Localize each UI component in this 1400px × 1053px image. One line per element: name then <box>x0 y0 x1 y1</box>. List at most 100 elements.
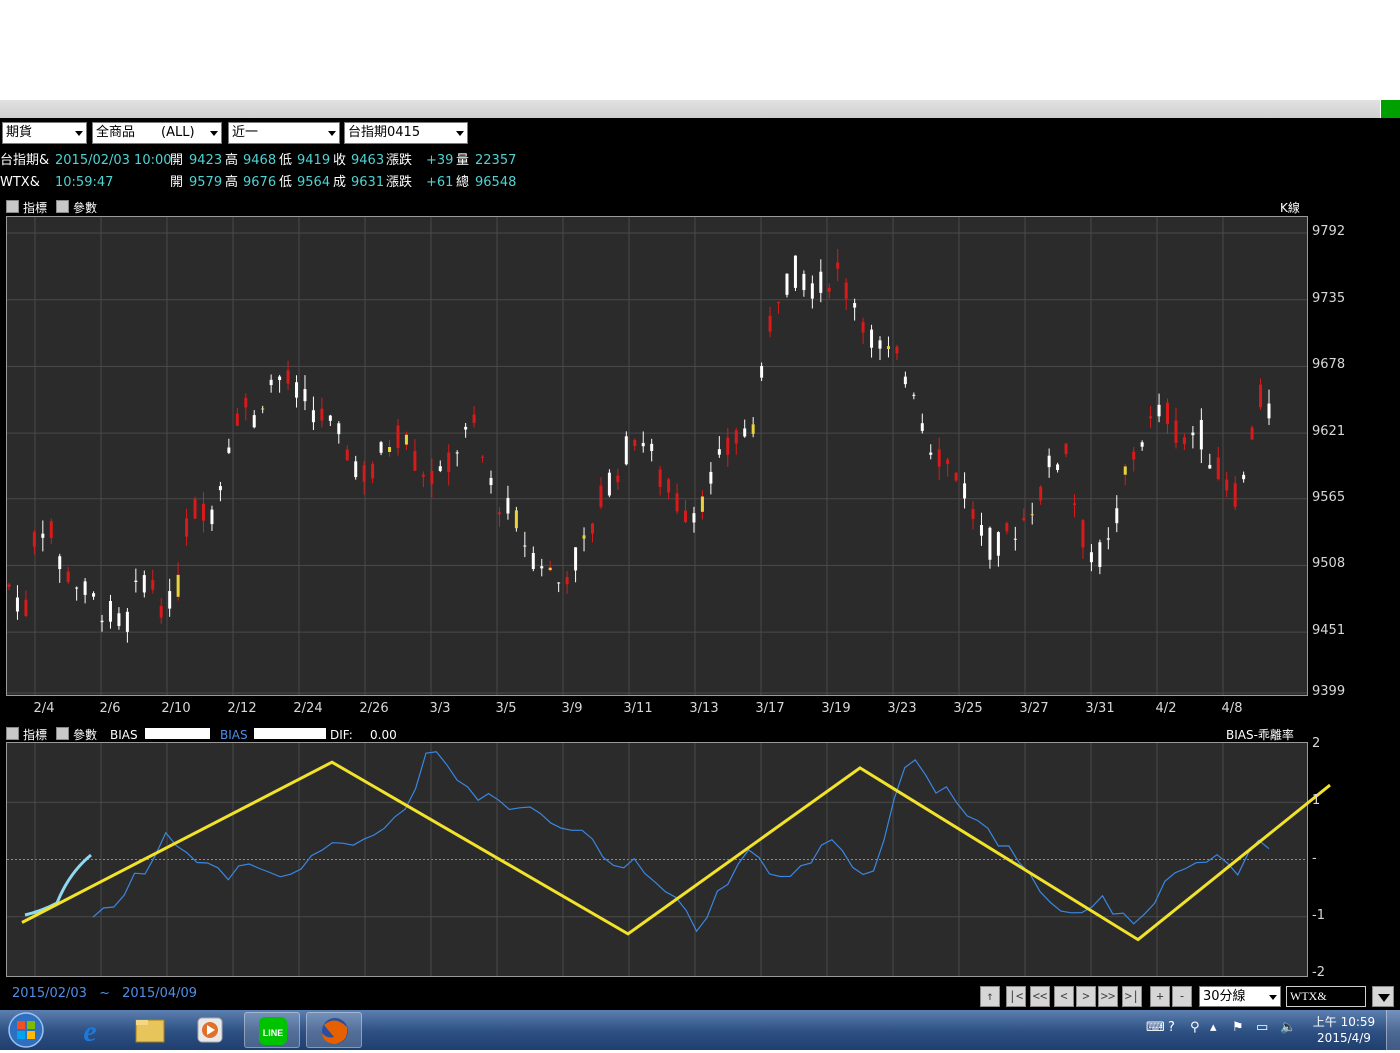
bias-tick-label: 2 <box>1312 736 1321 751</box>
nav-button[interactable]: - <box>1172 986 1192 1007</box>
nav-button[interactable]: > <box>1076 986 1096 1007</box>
candle-body <box>802 273 806 291</box>
clock-date: 2015/4/9 <box>1317 1031 1371 1045</box>
param-button[interactable]: 參數 <box>73 728 97 742</box>
flag-icon[interactable]: ⚑ <box>1232 1020 1244 1035</box>
candle-body <box>641 442 645 447</box>
taskbar-ie[interactable]: e <box>62 1012 118 1048</box>
candle-body <box>176 574 180 597</box>
symbol-input[interactable]: WTX& <box>1286 986 1366 1007</box>
indicator-button[interactable]: 指標 <box>23 728 47 742</box>
category-select[interactable]: 全商品 (ALL) <box>92 122 222 144</box>
candle-body <box>218 486 222 491</box>
candle-body <box>108 601 112 622</box>
candle-body <box>963 483 967 499</box>
taskbar-firefox[interactable] <box>306 1012 362 1048</box>
chevron-down-icon <box>210 131 218 136</box>
period-select[interactable]: 30分線 <box>1199 986 1281 1007</box>
candle-body <box>751 424 755 434</box>
candle-body <box>590 523 594 534</box>
quote-time: 10:59:47 <box>55 175 114 190</box>
start-button[interactable] <box>6 1011 46 1049</box>
candle-body <box>760 366 764 378</box>
candle-body <box>413 451 417 471</box>
candle-body <box>455 452 459 454</box>
price-tick-label: 9678 <box>1312 357 1346 373</box>
nav-button[interactable]: < <box>1054 986 1074 1007</box>
candle-body <box>438 466 442 471</box>
network-icon[interactable]: ▭ <box>1256 1020 1268 1035</box>
candle-body <box>49 521 53 538</box>
indicator-expand-icon[interactable] <box>6 200 19 213</box>
dropdown-button[interactable] <box>1372 986 1394 1007</box>
low-value: 9564 <box>297 175 331 190</box>
candle-body <box>717 449 721 455</box>
param-collapse-icon[interactable] <box>56 727 69 740</box>
candle-body <box>675 493 679 512</box>
chevron-up-icon[interactable]: ▴ <box>1210 1020 1217 1035</box>
candle-body <box>650 443 654 452</box>
date-tick-label: 3/31 <box>1085 701 1115 716</box>
date-from: 2015/02/03 <box>12 986 87 1001</box>
candle-body <box>117 613 121 627</box>
nav-button[interactable]: + <box>1150 986 1170 1007</box>
candle-body <box>937 449 941 467</box>
candle-body <box>1199 419 1203 450</box>
candle-body <box>362 465 366 482</box>
candle-body <box>514 510 518 529</box>
candle-body <box>582 535 586 539</box>
candle-body <box>988 527 992 560</box>
date-tick-label: 3/3 <box>429 701 451 716</box>
last-label: 收 <box>333 153 347 168</box>
date-tick-label: 2/26 <box>359 701 389 716</box>
clock[interactable]: 上午 10:59 2015/4/9 <box>1308 1014 1380 1046</box>
param-button[interactable]: 參數 <box>73 201 97 215</box>
indicator-expand-icon[interactable] <box>6 727 19 740</box>
taskbar-explorer[interactable] <box>122 1012 178 1048</box>
bias-tick-label: - <box>1312 850 1317 866</box>
param-collapse-icon[interactable] <box>56 200 69 213</box>
candle-body <box>354 461 358 478</box>
trend-lines-overlay <box>21 760 1331 942</box>
date-tick-label: 2/4 <box>33 701 55 716</box>
grid-icon[interactable] <box>1381 100 1400 118</box>
volume-icon[interactable]: 🔈 <box>1280 1020 1296 1035</box>
line-app-icon: LINE <box>259 1017 287 1045</box>
nav-button[interactable]: >| <box>1122 986 1142 1007</box>
candle-body <box>1250 427 1254 440</box>
candlestick-panel[interactable] <box>6 216 1308 696</box>
candle-body <box>404 434 408 445</box>
nav-button[interactable]: |< <box>1006 986 1026 1007</box>
candle-body <box>1132 451 1136 460</box>
indicator-name-label: BIAS-乖離率 <box>1226 728 1294 742</box>
usb-icon[interactable]: ⚲ <box>1190 1020 1200 1035</box>
candle-body <box>83 581 87 595</box>
candle-body <box>92 593 96 597</box>
candle-body <box>633 440 637 447</box>
nav-button[interactable]: << <box>1030 986 1050 1007</box>
candle-body <box>684 510 688 523</box>
candle-body <box>481 456 485 458</box>
taskbar-line[interactable]: LINE <box>244 1012 300 1048</box>
dif-value: 0.00 <box>370 728 397 742</box>
candle-body <box>726 437 730 455</box>
nav-button[interactable]: >> <box>1098 986 1118 1007</box>
nav-button[interactable]: ↑ <box>980 986 1000 1007</box>
low-label: 低 <box>279 175 293 190</box>
market-select[interactable]: 期貨 <box>2 122 87 144</box>
candle-body <box>929 452 933 455</box>
candle-body <box>286 370 290 384</box>
symbol-select[interactable]: 台指期0415 <box>344 122 468 144</box>
candle-body <box>337 423 341 435</box>
date-tick-label: 4/8 <box>1221 701 1243 716</box>
candle-body <box>1047 455 1051 468</box>
show-desktop-button[interactable] <box>1386 1010 1400 1050</box>
indicator-button[interactable]: 指標 <box>23 201 47 215</box>
contract-month-select[interactable]: 近一 <box>228 122 340 144</box>
candle-body <box>1208 464 1212 469</box>
volume-value: 22357 <box>475 153 517 168</box>
taskbar-media-player[interactable] <box>182 1012 238 1048</box>
help-icon[interactable]: ? <box>1168 1020 1175 1035</box>
candle-body <box>371 464 375 479</box>
keyboard-icon[interactable]: ⌨ <box>1146 1020 1165 1035</box>
